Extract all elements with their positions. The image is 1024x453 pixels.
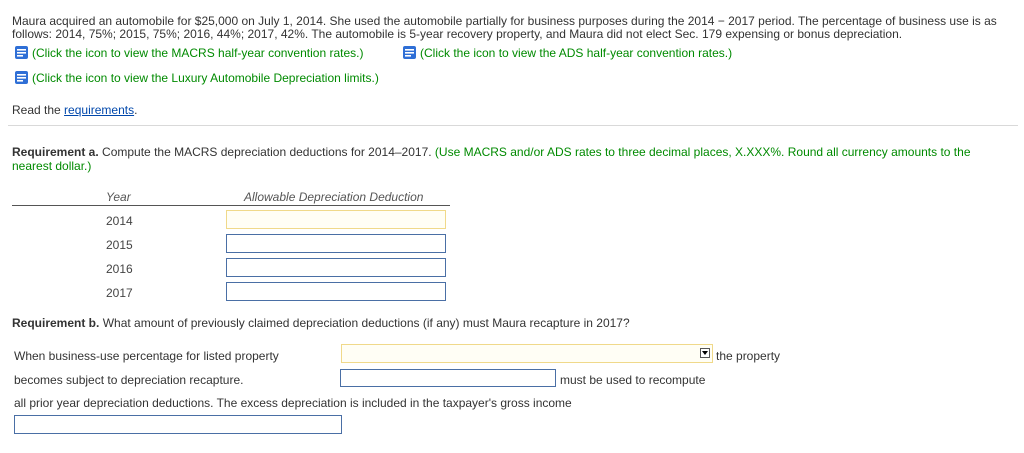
table-row-year: 2015 xyxy=(106,238,133,252)
problem-statement-line-2: follows: 2014, 75%; 2015, 75%; 2016, 44%… xyxy=(12,27,903,41)
table-row-year: 2017 xyxy=(106,286,133,300)
document-info-icon[interactable] xyxy=(402,45,417,60)
requirement-a-label: Requirement a. xyxy=(12,145,99,159)
sentence-part-5: all prior year depreciation deductions. … xyxy=(14,396,572,410)
macrs-rates-link-text[interactable]: (Click the icon to view the MACRS half-y… xyxy=(32,46,363,60)
gross-income-input[interactable] xyxy=(14,415,342,434)
sentence-part-2: the property xyxy=(716,349,781,363)
requirement-a: Requirement a. Compute the MACRS depreci… xyxy=(12,145,971,159)
column-header-year: Year xyxy=(106,190,131,204)
luxury-limits-link-text[interactable]: (Click the icon to view the Luxury Autom… xyxy=(32,71,379,85)
section-divider xyxy=(8,125,1018,126)
requirement-b-label: Requirement b. xyxy=(12,316,100,330)
requirement-a-hint-line-2: nearest dollar.) xyxy=(12,159,92,173)
table-header-rule xyxy=(12,205,450,206)
document-info-icon[interactable] xyxy=(14,45,29,60)
sentence-part-4: must be used to recompute xyxy=(560,373,706,387)
recompute-method-input[interactable] xyxy=(340,369,556,387)
table-row-year: 2016 xyxy=(106,262,133,276)
read-requirements: Read the requirements. xyxy=(12,103,137,117)
requirement-b-text: What amount of previously claimed deprec… xyxy=(99,316,630,330)
deduction-input-2015[interactable] xyxy=(226,234,446,253)
deduction-input-2017[interactable] xyxy=(226,282,446,301)
macrs-rates-link[interactable]: (Click the icon to view the MACRS half-y… xyxy=(14,45,363,60)
sentence-part-1: When business-use percentage for listed … xyxy=(14,349,279,363)
read-prefix: Read the xyxy=(12,103,65,117)
deduction-input-2014[interactable] xyxy=(226,210,446,229)
requirement-b: Requirement b. What amount of previously… xyxy=(12,316,630,330)
column-header-deduction: Allowable Depreciation Deduction xyxy=(244,190,424,204)
document-info-icon[interactable] xyxy=(14,70,29,85)
requirement-a-hint: (Use MACRS and/or ADS rates to three dec… xyxy=(431,145,971,159)
requirements-link[interactable]: requirements xyxy=(64,103,134,117)
requirement-a-text: Compute the MACRS depreciation deduction… xyxy=(98,145,432,159)
ads-rates-link-text[interactable]: (Click the icon to view the ADS half-yea… xyxy=(420,46,732,60)
table-row-year: 2014 xyxy=(106,214,133,228)
luxury-limits-link[interactable]: (Click the icon to view the Luxury Autom… xyxy=(14,70,379,85)
chevron-down-icon[interactable] xyxy=(700,348,710,358)
ads-rates-link[interactable]: (Click the icon to view the ADS half-yea… xyxy=(402,45,732,60)
read-suffix: . xyxy=(134,103,138,117)
business-use-dropdown[interactable] xyxy=(341,344,713,363)
sentence-part-3: becomes subject to depreciation recaptur… xyxy=(14,373,244,387)
deduction-input-2016[interactable] xyxy=(226,258,446,277)
